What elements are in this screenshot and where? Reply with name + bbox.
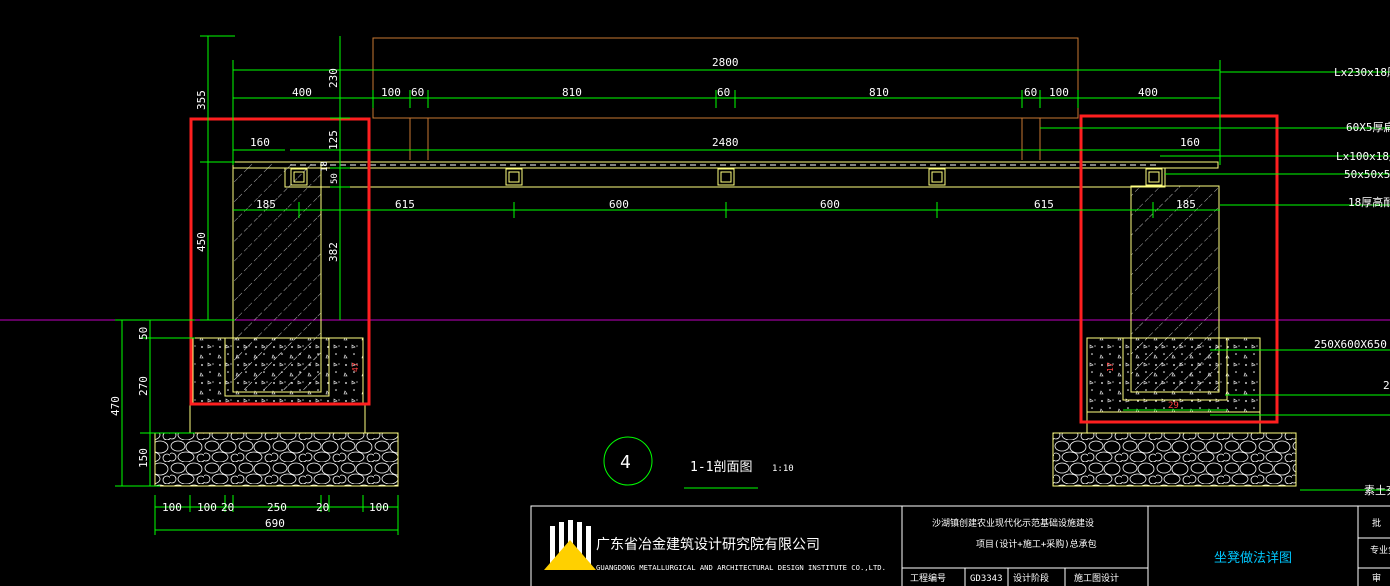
side-cell-2: 专业负 [1370, 544, 1390, 556]
dim-slat-gap-right: 60 [1024, 86, 1037, 99]
dim-slat-gap-mid: 60 [717, 86, 730, 99]
company-name-cn: 广东省冶金建筑设计研究院有限公司 [596, 537, 820, 553]
dim-height-total: 355 [195, 90, 208, 110]
project-no-label: 工程编号 [910, 572, 946, 584]
dim-base-100b: 100 [197, 501, 217, 514]
callout-soil: 素土夯 [1364, 484, 1390, 497]
side-cell-3: 审 [1372, 572, 1381, 584]
drawing-name: 坐凳做法详图 [1214, 550, 1292, 566]
title-block-text: 广东省冶金建筑设计研究院有限公司 GUANGDONG METALLURGICAL… [596, 517, 1390, 584]
dim-left-pier-top: 400 [292, 86, 312, 99]
dim-base-20a: 20 [221, 501, 234, 514]
dim-right-17: 17 [1106, 362, 1115, 372]
dim-base-100c: 100 [369, 501, 389, 514]
dim-footing-470: 470 [109, 396, 122, 416]
material-callouts: Lx230x18厚 60X5厚扁 Lx100x18厚 50x50x5 18厚高耐… [1314, 66, 1390, 497]
right-pier [1052, 185, 1297, 487]
cad-drawing-canvas[interactable]: 2800 400 100 60 810 60 810 60 100 400 16… [0, 0, 1390, 586]
dim-footing-50: 50 [137, 327, 150, 340]
dim-height-pier: 450 [195, 232, 208, 252]
dim-right-pier-top: 400 [1138, 86, 1158, 99]
dim-height-board: 230 [327, 68, 340, 88]
dim-height-50: 50 [330, 173, 340, 184]
dim-base-total: 690 [265, 517, 285, 530]
stage-label: 设计阶段 [1013, 572, 1049, 584]
dim-pier-cap-left: 160 [250, 136, 270, 149]
company-logo [544, 520, 596, 570]
project-line-2: 项目(设计+施工+采购)总承包 [976, 538, 1097, 550]
dim-footing-150: 150 [137, 448, 150, 468]
dim-base-250: 250 [267, 501, 287, 514]
section-scale: 1:10 [772, 464, 794, 474]
dim-slat-span-right: 810 [869, 86, 889, 99]
dim-height-125: 125 [327, 130, 340, 150]
dim-span-c: 600 [820, 198, 840, 211]
section-number: 4 [620, 452, 631, 473]
dim-span-d: 615 [1034, 198, 1054, 211]
callout-2: 2 [1383, 379, 1390, 392]
dim-span-a: 615 [395, 198, 415, 211]
dim-slat-gap-left: 60 [411, 86, 424, 99]
callout-facing: 18厚高耐 [1348, 195, 1390, 209]
dim-seat-width: 2480 [712, 136, 739, 149]
company-name-en: GUANGDONG METALLURGICAL AND ARCHITECTURA… [596, 563, 886, 572]
dim-footing-270: 270 [137, 376, 150, 396]
dim-overall-width: 2800 [712, 56, 739, 69]
callout-footing: 250X600X650 [1314, 338, 1387, 351]
dim-base-100a: 100 [162, 501, 182, 514]
dim-beam-offset-right: 185 [1176, 198, 1196, 211]
dim-slat-edge-right: 100 [1049, 86, 1069, 99]
dim-height-47: 47 [351, 362, 360, 372]
dim-pier-cap-right: 160 [1180, 136, 1200, 149]
callout-flat-steel: 60X5厚扁 [1346, 121, 1390, 134]
section-title: 1-1剖面图 [690, 460, 752, 475]
dim-height-18: 18 [320, 161, 330, 172]
callout-board: Lx230x18厚 [1334, 66, 1390, 79]
seat-plank [232, 161, 1219, 188]
side-cell-1: 批 [1372, 517, 1381, 529]
callout-plank: Lx100x18厚 [1336, 150, 1390, 163]
project-line-1: 沙湖镇创建农业现代化示范基础设施建设 [932, 517, 1094, 529]
dim-slat-span-left: 810 [562, 86, 582, 99]
steel-tubes [290, 168, 1163, 186]
section-label: 4 1-1剖面图 1:10 [603, 436, 794, 489]
dim-base-20b: 20 [316, 501, 329, 514]
project-no: GD3343 [970, 574, 1003, 584]
callout-tube: 50x50x5 [1344, 168, 1390, 181]
dim-height-382: 382 [327, 242, 340, 262]
stage: 施工图设计 [1074, 572, 1119, 584]
dim-beam-offset-left: 185 [256, 198, 276, 211]
dim-right-29: 29 [1168, 401, 1179, 411]
dim-span-b: 600 [609, 198, 629, 211]
dim-slat-edge-left: 100 [381, 86, 401, 99]
